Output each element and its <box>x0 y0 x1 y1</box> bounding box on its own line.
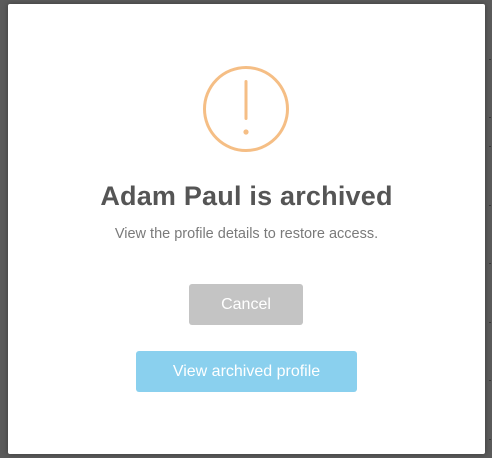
background-mark <box>489 59 491 60</box>
view-archived-profile-button[interactable]: View archived profile <box>136 351 357 392</box>
archived-profile-dialog: Adam Paul is archived View the profile d… <box>8 4 485 454</box>
background-mark <box>489 263 491 264</box>
background-mark <box>489 205 491 206</box>
background-mark <box>489 322 491 323</box>
background-mark <box>489 380 491 381</box>
dialog-title: Adam Paul is archived <box>100 181 393 211</box>
cancel-button[interactable]: Cancel <box>189 284 303 325</box>
dialog-message: View the profile details to restore acce… <box>114 226 379 242</box>
background-mark <box>489 439 491 440</box>
background-mark <box>489 117 491 118</box>
background-mark <box>489 146 491 147</box>
exclamation-circle-icon <box>203 66 289 152</box>
